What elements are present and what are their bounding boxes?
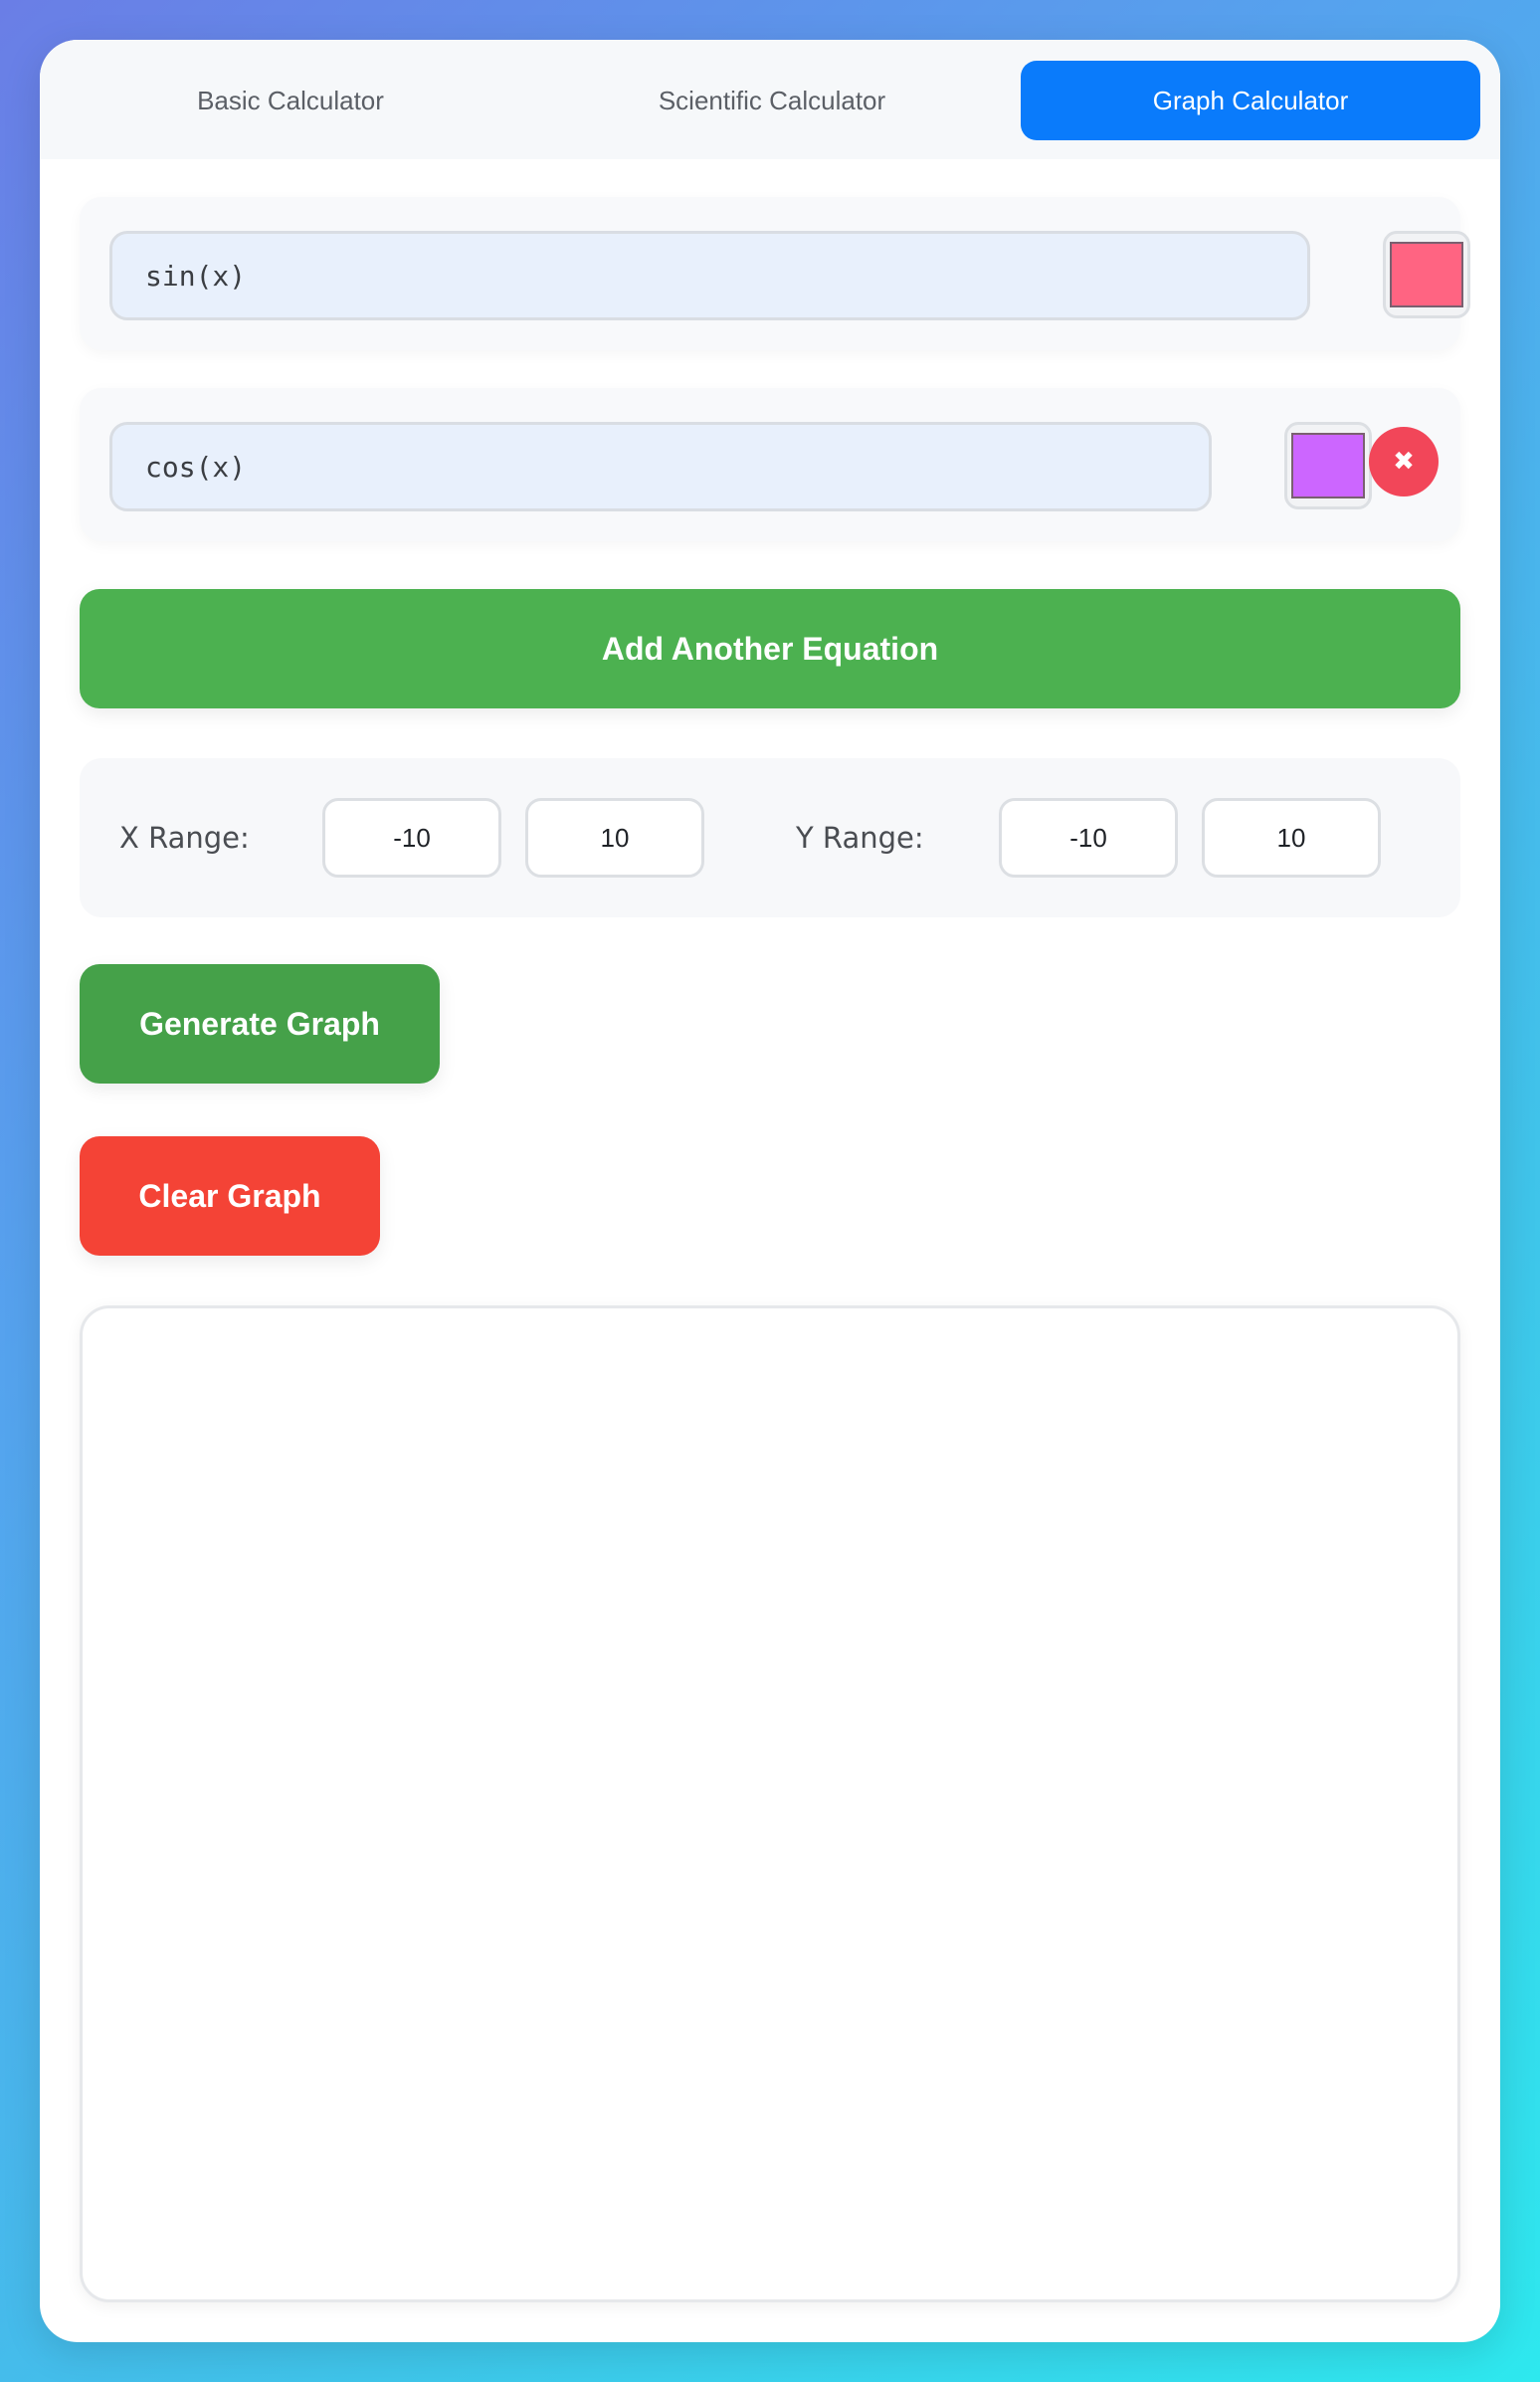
tab-scientific-calculator[interactable]: Scientific Calculator — [542, 61, 1002, 140]
x-range-label: X Range: — [119, 821, 250, 855]
remove-equation-button[interactable]: ✖ — [1369, 427, 1439, 496]
color-swatch — [1390, 242, 1463, 307]
y-max-input[interactable]: 10 — [1202, 798, 1381, 878]
equation-input[interactable]: sin(x) — [109, 231, 1310, 320]
x-max-input[interactable]: 10 — [525, 798, 704, 878]
equation-row: sin(x) — [80, 197, 1470, 350]
range-panel: X Range: -10 10 Y Range: -10 10 — [80, 758, 1460, 917]
color-picker[interactable] — [1383, 231, 1470, 318]
tab-graph-calculator[interactable]: Graph Calculator — [1021, 61, 1480, 140]
color-swatch — [1291, 433, 1365, 498]
x-min-input[interactable]: -10 — [322, 798, 501, 878]
calculator-card: Basic Calculator Scientific Calculator G… — [40, 40, 1500, 2342]
equation-row: cos(x) ✖ — [80, 388, 1460, 541]
tab-bar: Basic Calculator Scientific Calculator G… — [40, 40, 1500, 159]
generate-graph-button[interactable]: Generate Graph — [80, 964, 440, 1084]
close-icon: ✖ — [1393, 447, 1415, 477]
graph-canvas[interactable] — [80, 1305, 1460, 2302]
tab-basic-calculator[interactable]: Basic Calculator — [61, 61, 520, 140]
y-range-label: Y Range: — [796, 821, 924, 855]
y-min-input[interactable]: -10 — [999, 798, 1178, 878]
color-picker[interactable] — [1284, 422, 1372, 509]
clear-graph-button[interactable]: Clear Graph — [80, 1136, 380, 1256]
add-equation-button[interactable]: Add Another Equation — [80, 589, 1460, 708]
equation-input[interactable]: cos(x) — [109, 422, 1212, 511]
